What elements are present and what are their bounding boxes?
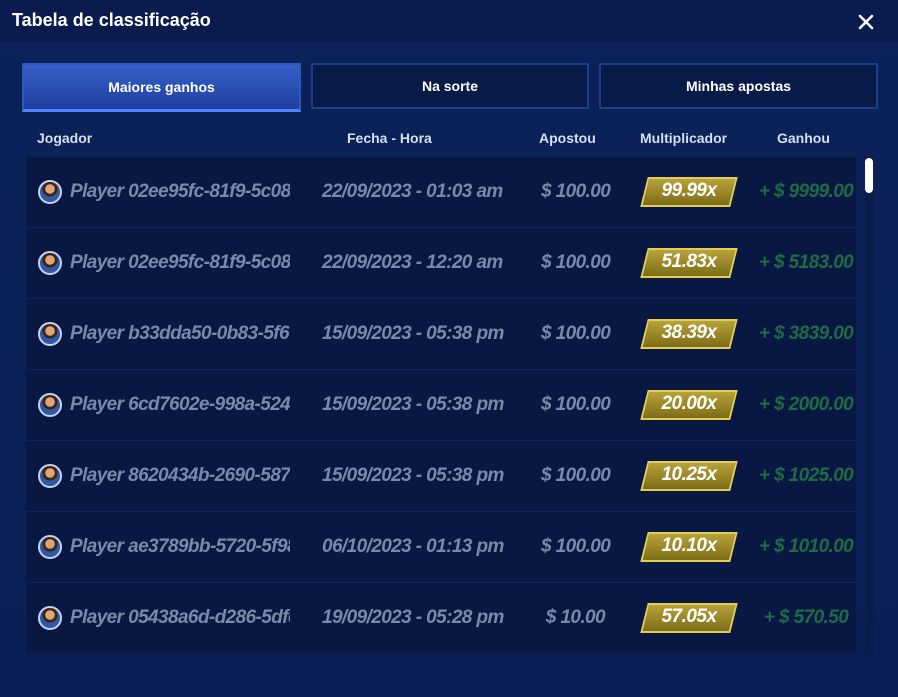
table-row: Player 05438a6d-d286-5dfc... 19/09/2023 … [26, 583, 856, 654]
multiplier-value: 99.99x [661, 180, 717, 201]
table-row: Player b33dda50-0b83-5f67... 15/09/2023 … [26, 299, 856, 370]
scrollbar-track[interactable] [865, 157, 873, 655]
row-won: + $ 1010.00 [758, 536, 854, 557]
row-datetime: 15/09/2023 - 05:38 pm [322, 465, 504, 486]
multiplier-value: 10.25x [661, 464, 717, 485]
avatar [38, 322, 62, 346]
row-bet: $ 100.00 [541, 181, 611, 202]
row-bet: $ 10.00 [545, 607, 606, 628]
row-won: + $ 9999.00 [758, 181, 854, 202]
multiplier-badge: 99.99x [640, 177, 738, 207]
table-row: Player 8620434b-2690-587f... 15/09/2023 … [26, 441, 856, 512]
multiplier-value: 10.10x [661, 535, 717, 556]
row-won: + $ 3839.00 [758, 323, 854, 344]
player-name: Player 05438a6d-d286-5dfc... [70, 607, 290, 628]
row-won: + $ 1025.00 [758, 465, 854, 486]
player-name: Player 02ee95fc-81f9-5c08... [70, 252, 290, 273]
avatar [38, 464, 62, 488]
avatar [38, 180, 62, 204]
scrollbar-thumb[interactable] [865, 158, 873, 193]
player-name: Player 02ee95fc-81f9-5c08... [70, 181, 290, 202]
multiplier-badge: 51.83x [640, 248, 738, 278]
player-name: Player ae3789bb-5720-5f98... [70, 536, 290, 557]
multiplier-value: 57.05x [661, 606, 717, 627]
player-name: Player b33dda50-0b83-5f67... [70, 323, 290, 344]
tab-bar: Maiores ganhos Na sorte Minhas apostas [22, 63, 878, 113]
avatar [38, 535, 62, 559]
row-won: + $ 2000.00 [758, 394, 854, 415]
table-row: Player 02ee95fc-81f9-5c08... 22/09/2023 … [26, 228, 856, 299]
multiplier-badge: 57.05x [640, 603, 738, 633]
table-row: Player 02ee95fc-81f9-5c08... 22/09/2023 … [26, 157, 856, 228]
row-datetime: 15/09/2023 - 05:38 pm [322, 394, 504, 415]
col-bet: Apostou [539, 130, 596, 146]
row-datetime: 06/10/2023 - 01:13 pm [322, 536, 504, 557]
modal-header: Tabela de classificação [0, 0, 898, 42]
multiplier-value: 20.00x [661, 393, 717, 414]
multiplier-badge: 38.39x [640, 319, 738, 349]
row-bet: $ 100.00 [541, 394, 611, 415]
row-bet: $ 100.00 [541, 536, 611, 557]
avatar [38, 606, 62, 630]
multiplier-badge: 20.00x [640, 390, 738, 420]
col-datetime: Fecha - Hora [347, 130, 432, 146]
tab-biggest-wins[interactable]: Maiores ganhos [22, 63, 301, 112]
multiplier-badge: 10.10x [640, 532, 738, 562]
row-won: + $ 5183.00 [758, 252, 854, 273]
close-icon[interactable] [855, 11, 877, 33]
row-datetime: 22/09/2023 - 01:03 am [322, 181, 503, 202]
multiplier-value: 38.39x [661, 322, 717, 343]
tab-my-bets[interactable]: Minhas apostas [599, 63, 878, 109]
multiplier-badge: 10.25x [640, 461, 738, 491]
row-bet: $ 100.00 [541, 252, 611, 273]
avatar [38, 251, 62, 275]
player-name: Player 6cd7602e-998a-524... [70, 394, 290, 415]
leaderboard-table[interactable]: Player 02ee95fc-81f9-5c08... 22/09/2023 … [26, 157, 856, 655]
leaderboard-modal: Tabela de classificação Maiores ganhos N… [0, 0, 898, 697]
row-datetime: 19/09/2023 - 05:28 pm [322, 607, 504, 628]
row-datetime: 22/09/2023 - 12:20 am [322, 252, 503, 273]
col-player: Jogador [37, 130, 93, 146]
table-header: Jogador Fecha - Hora Apostou Multiplicad… [26, 128, 866, 148]
row-bet: $ 100.00 [541, 465, 611, 486]
row-bet: $ 100.00 [541, 323, 611, 344]
tab-lucky[interactable]: Na sorte [311, 63, 589, 109]
col-multiplier: Multiplicador [640, 130, 728, 146]
row-won: + $ 570.50 [763, 607, 849, 628]
player-name: Player 8620434b-2690-587f... [70, 465, 290, 486]
avatar [38, 393, 62, 417]
modal-title: Tabela de classificação [12, 10, 211, 30]
multiplier-value: 51.83x [661, 251, 717, 272]
table-row: Player ae3789bb-5720-5f98... 06/10/2023 … [26, 512, 856, 583]
table-row: Player 6cd7602e-998a-524... 15/09/2023 -… [26, 370, 856, 441]
col-won: Ganhou [777, 130, 830, 146]
row-datetime: 15/09/2023 - 05:38 pm [322, 323, 504, 344]
